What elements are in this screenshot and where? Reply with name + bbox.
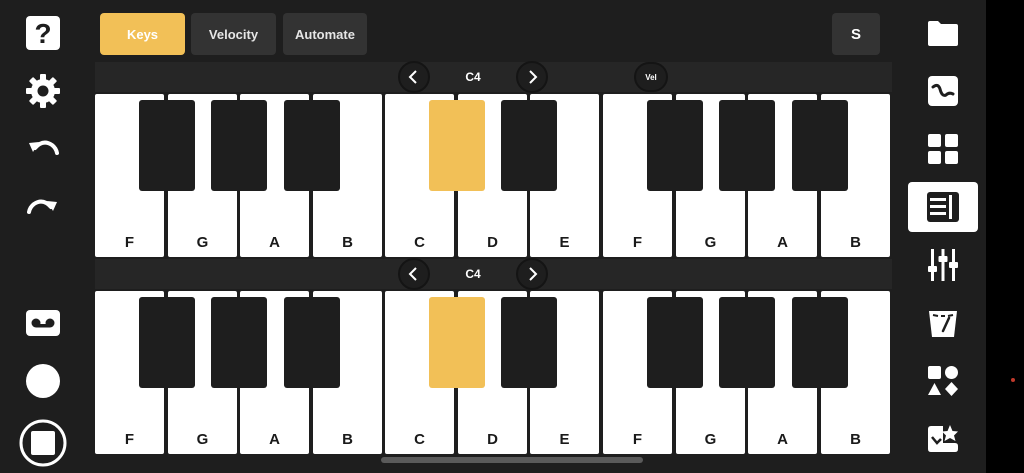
mixer-button[interactable] (908, 240, 978, 290)
settings-button[interactable] (22, 70, 64, 112)
effects-button[interactable] (908, 414, 978, 464)
grid-button[interactable] (908, 124, 978, 174)
chevron-left-icon (408, 70, 417, 84)
right-sidebar (898, 0, 986, 473)
black-key-c-sharp[interactable] (429, 100, 485, 191)
app-root: ? Keys Velocity Automate S C4 Vel F G A … (0, 0, 1024, 473)
chevron-left-icon (408, 267, 417, 281)
left-toolbar: ? (0, 0, 86, 473)
redo-icon (27, 199, 57, 214)
horizontal-scrollbar[interactable] (381, 457, 643, 463)
svg-text:?: ? (34, 18, 51, 49)
black-key-g-sharp[interactable] (211, 100, 267, 191)
grid-icon (928, 134, 958, 164)
status-dot (1011, 378, 1015, 382)
record-button[interactable] (22, 360, 64, 402)
waveform-icon (928, 76, 958, 106)
black-key-f-sharp[interactable] (139, 297, 195, 388)
tuner-button[interactable] (908, 298, 978, 348)
help-button[interactable]: ? (22, 12, 64, 54)
tab-velocity[interactable]: Velocity (191, 13, 276, 55)
mixer-icon (928, 249, 958, 281)
keyboard-1-header (95, 62, 892, 92)
record-icon (26, 364, 60, 398)
redo-button[interactable] (22, 187, 64, 229)
screen-edge (986, 0, 1024, 473)
shapes-icon (928, 366, 958, 396)
keyboard-1-octave-label: C4 (465, 70, 481, 84)
keyboard-1-octave-down-button[interactable] (398, 61, 430, 93)
black-key-d-sharp[interactable] (501, 297, 557, 388)
black-key-a-sharp[interactable] (792, 100, 848, 191)
piano-roll-button[interactable] (908, 182, 978, 232)
keyboard-1: F G A B C D E F G A B (95, 94, 892, 257)
black-key-c-sharp[interactable] (429, 297, 485, 388)
undo-button[interactable] (22, 128, 64, 170)
chevron-right-icon (529, 267, 538, 281)
tuner-icon (929, 311, 957, 337)
stop-icon (19, 419, 67, 467)
settings-icon (26, 74, 60, 108)
effects-icon (928, 425, 958, 452)
black-key-f-sharp[interactable] (139, 100, 195, 191)
black-key-f-sharp[interactable] (647, 297, 703, 388)
black-key-d-sharp[interactable] (501, 100, 557, 191)
tab-keys[interactable]: Keys (100, 13, 185, 55)
keyboard-1-octave-up-button[interactable] (516, 61, 548, 93)
tape-icon (26, 310, 60, 336)
black-key-a-sharp[interactable] (792, 297, 848, 388)
shapes-button[interactable] (908, 356, 978, 406)
folder-button[interactable] (908, 8, 978, 58)
piano-roll-icon (927, 192, 959, 222)
black-key-g-sharp[interactable] (719, 297, 775, 388)
undo-icon (29, 140, 59, 155)
tab-automate[interactable]: Automate (283, 13, 367, 55)
help-icon: ? (26, 16, 60, 50)
black-key-g-sharp[interactable] (211, 297, 267, 388)
solo-button[interactable]: S (832, 13, 880, 55)
keyboard-2-octave-down-button[interactable] (398, 258, 430, 290)
waveform-button[interactable] (908, 66, 978, 116)
black-key-g-sharp[interactable] (719, 100, 775, 191)
chevron-right-icon (529, 70, 538, 84)
black-key-a-sharp[interactable] (284, 100, 340, 191)
tape-button[interactable] (22, 302, 64, 344)
keyboard-2: F G A B C D E F G A B (95, 291, 892, 454)
keyboard-2-octave-up-button[interactable] (516, 258, 548, 290)
folder-icon (928, 21, 958, 46)
keyboard-2-header (95, 259, 892, 289)
velocity-toggle-button[interactable]: Vel (634, 62, 668, 92)
black-key-f-sharp[interactable] (647, 100, 703, 191)
keyboard-2-octave-label: C4 (465, 267, 481, 281)
stop-button[interactable] (18, 418, 68, 468)
black-key-a-sharp[interactable] (284, 297, 340, 388)
